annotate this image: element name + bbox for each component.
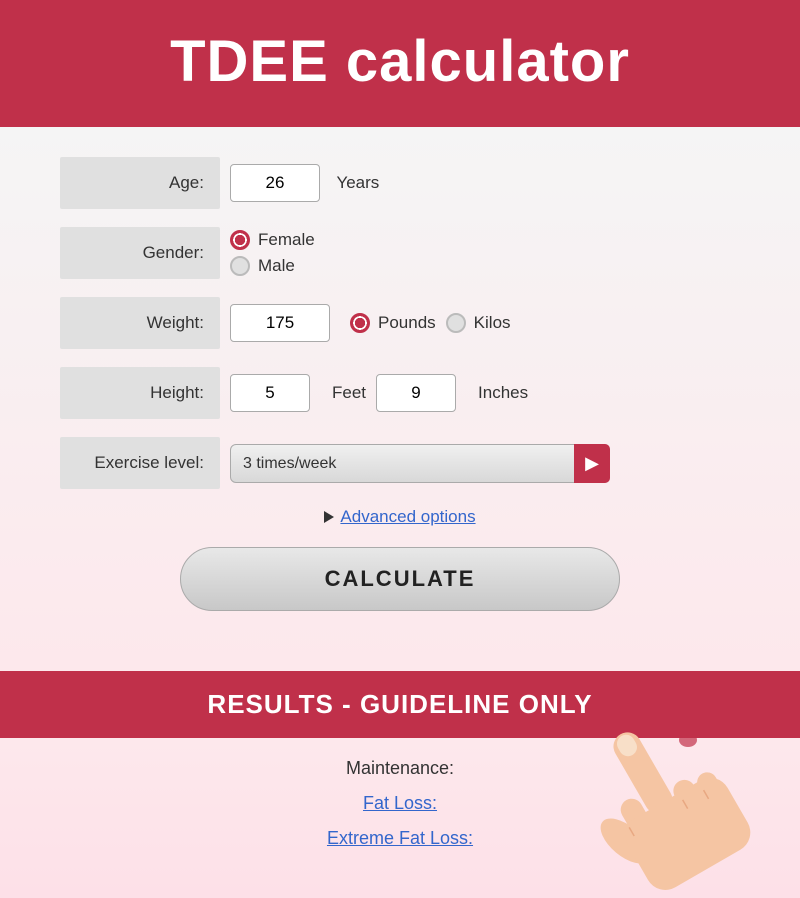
advanced-options-label: Advanced options bbox=[340, 507, 475, 527]
advanced-options-button[interactable]: Advanced options bbox=[324, 507, 475, 527]
pounds-option[interactable]: Pounds bbox=[350, 313, 436, 333]
form-area: Age: Years Gender: Female Male bbox=[0, 127, 800, 671]
extreme-fat-loss-link[interactable]: Extreme Fat Loss: bbox=[327, 828, 473, 849]
height-label: Height: bbox=[60, 367, 220, 419]
age-content: Years bbox=[220, 164, 379, 202]
gender-label: Gender: bbox=[60, 227, 220, 279]
calculate-button[interactable]: CALCULATE bbox=[180, 547, 620, 611]
gender-content: Female Male bbox=[220, 230, 315, 276]
height-row: Height: Feet Inches bbox=[60, 367, 740, 419]
gender-male-radio[interactable] bbox=[230, 256, 250, 276]
age-unit-label: Years bbox=[336, 173, 379, 192]
exercise-row: Exercise level: Sedentary (little or no … bbox=[60, 437, 740, 489]
age-label: Age: bbox=[60, 157, 220, 209]
page-header: TDEE calculator bbox=[0, 0, 800, 127]
height-inputs: Feet Inches bbox=[230, 374, 528, 412]
height-inches-input[interactable] bbox=[376, 374, 456, 412]
gender-female-label: Female bbox=[258, 230, 315, 250]
advanced-options-row: Advanced options bbox=[60, 507, 740, 527]
hand-illustration bbox=[540, 698, 800, 898]
height-feet-input[interactable] bbox=[230, 374, 310, 412]
pounds-label: Pounds bbox=[378, 313, 436, 333]
weight-label: Weight: bbox=[60, 297, 220, 349]
maintenance-label: Maintenance: bbox=[346, 758, 454, 779]
gender-male-label: Male bbox=[258, 256, 295, 276]
weight-input[interactable] bbox=[230, 304, 330, 342]
kilos-option[interactable]: Kilos bbox=[446, 313, 511, 333]
kilos-label: Kilos bbox=[474, 313, 511, 333]
hand-svg bbox=[540, 698, 800, 898]
feet-label: Feet bbox=[332, 383, 366, 403]
age-input[interactable] bbox=[230, 164, 320, 202]
fat-loss-link[interactable]: Fat Loss: bbox=[363, 793, 437, 814]
height-content: Feet Inches bbox=[220, 374, 528, 412]
kilos-radio[interactable] bbox=[446, 313, 466, 333]
triangle-icon bbox=[324, 511, 334, 523]
pounds-radio[interactable] bbox=[350, 313, 370, 333]
gender-group: Female Male bbox=[230, 230, 315, 276]
exercise-select-wrapper: Sedentary (little or no exercise) 1-2 ti… bbox=[230, 444, 610, 483]
age-row: Age: Years bbox=[60, 157, 740, 209]
gender-female-option[interactable]: Female bbox=[230, 230, 315, 250]
gender-female-radio[interactable] bbox=[230, 230, 250, 250]
exercise-select[interactable]: Sedentary (little or no exercise) 1-2 ti… bbox=[230, 444, 610, 483]
results-body: Maintenance: Fat Loss: Extreme Fat Loss: bbox=[0, 738, 800, 898]
weight-content: Pounds Kilos bbox=[220, 304, 511, 342]
gender-male-option[interactable]: Male bbox=[230, 256, 315, 276]
inches-label: Inches bbox=[478, 383, 528, 403]
exercise-label: Exercise level: bbox=[60, 437, 220, 489]
exercise-content: Sedentary (little or no exercise) 1-2 ti… bbox=[220, 444, 610, 483]
weight-row: Weight: Pounds Kilos bbox=[60, 297, 740, 349]
weight-units: Pounds Kilos bbox=[350, 313, 511, 333]
gender-row: Gender: Female Male bbox=[60, 227, 740, 279]
app-container: TDEE calculator Age: Years Gender: Femal… bbox=[0, 0, 800, 898]
page-title: TDEE calculator bbox=[20, 28, 780, 95]
